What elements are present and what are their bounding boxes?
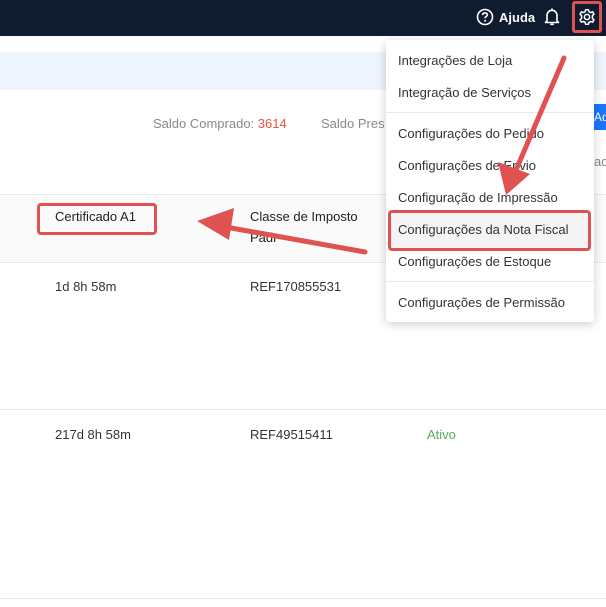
table-cell-cert: 1d 8h 58m bbox=[55, 279, 117, 294]
divider bbox=[0, 598, 606, 599]
menu-divider bbox=[386, 112, 594, 113]
menu-item-config-nota-fiscal[interactable]: Configurações da Nota Fiscal bbox=[398, 222, 569, 237]
notifications-button[interactable] bbox=[543, 7, 561, 32]
divider bbox=[0, 409, 606, 410]
table-cell-cert: 217d 8h 58m bbox=[55, 427, 131, 442]
column-header-classe-imposto-line2: Padr bbox=[250, 230, 278, 245]
gear-icon bbox=[579, 8, 595, 26]
menu-item-config-pedido[interactable]: Configurações do Pedido bbox=[398, 126, 544, 141]
top-navigation-bar: Ajuda bbox=[0, 0, 606, 36]
menu-item-config-envio[interactable]: Configurações de Envio bbox=[398, 158, 536, 173]
status-badge: Ativo bbox=[427, 427, 456, 442]
saldo-comprado-label: Saldo Comprado: bbox=[153, 116, 255, 131]
menu-item-integracao-servicos[interactable]: Integração de Serviços bbox=[398, 85, 531, 100]
menu-item-integracoes-loja[interactable]: Integrações de Loja bbox=[398, 53, 512, 68]
saldo-comprado-value: 3614 bbox=[257, 116, 287, 131]
menu-item-config-permissao[interactable]: Configurações de Permissão bbox=[398, 295, 565, 310]
table-cell-ref: REF49515411 bbox=[250, 427, 333, 442]
saldo-pres-label: Saldo Pres bbox=[321, 116, 385, 131]
settings-button[interactable] bbox=[572, 1, 602, 33]
question-circle-icon bbox=[476, 8, 494, 26]
settings-dropdown-menu: Integrações de Loja Integração de Serviç… bbox=[386, 40, 594, 322]
table-cell-ref: REF170855531 bbox=[250, 279, 342, 294]
menu-divider bbox=[386, 281, 594, 282]
menu-item-config-estoque[interactable]: Configurações de Estoque bbox=[398, 254, 551, 269]
menu-item-config-impressao[interactable]: Configuração de Impressão bbox=[398, 190, 558, 205]
right-text-fragment: ad bbox=[594, 154, 606, 169]
column-header-classe-imposto: Classe de Imposto bbox=[250, 209, 358, 224]
help-link[interactable]: Ajuda bbox=[476, 7, 535, 27]
help-label: Ajuda bbox=[499, 9, 536, 25]
bell-icon bbox=[544, 8, 560, 26]
annotation-highlight-certificado bbox=[37, 203, 157, 235]
saldo-comprado: Saldo Comprado: 3614 bbox=[153, 116, 287, 131]
